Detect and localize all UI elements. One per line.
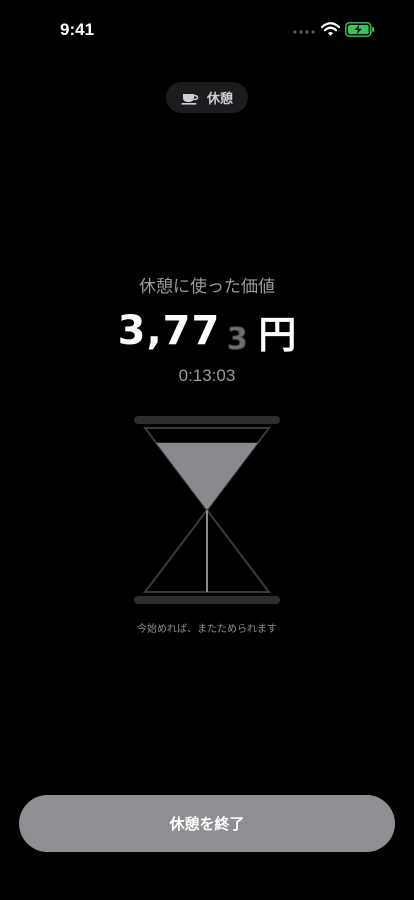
hourglass-sand-top [156,442,258,510]
hourglass-top-cap [134,416,280,424]
currency-label: 円 [258,312,297,357]
hourglass-bottom-cap [134,596,280,604]
hourglass-icon [134,416,280,604]
amount-display: 3,77 3 円 [0,305,414,357]
status-bar: 9:41 [0,0,414,54]
amount-rolling-digit: 3 [226,321,248,357]
end-break-button[interactable]: 休憩を終了 [19,795,395,852]
status-time: 9:41 [60,20,95,39]
wifi-icon [321,22,340,36]
mode-pill: 休憩 [166,82,248,113]
mode-label: 休憩 [206,92,233,107]
signal-dots-icon [293,30,315,34]
coffee-cup-icon [181,93,199,105]
amount-value: 3,77 [117,308,221,354]
elapsed-time: 0:13:03 [178,366,236,385]
value-caption: 休憩に使った価値 [139,277,275,297]
battery-charging-icon [345,22,375,37]
restart-hint: 今始めれば、またためられます [137,624,277,635]
